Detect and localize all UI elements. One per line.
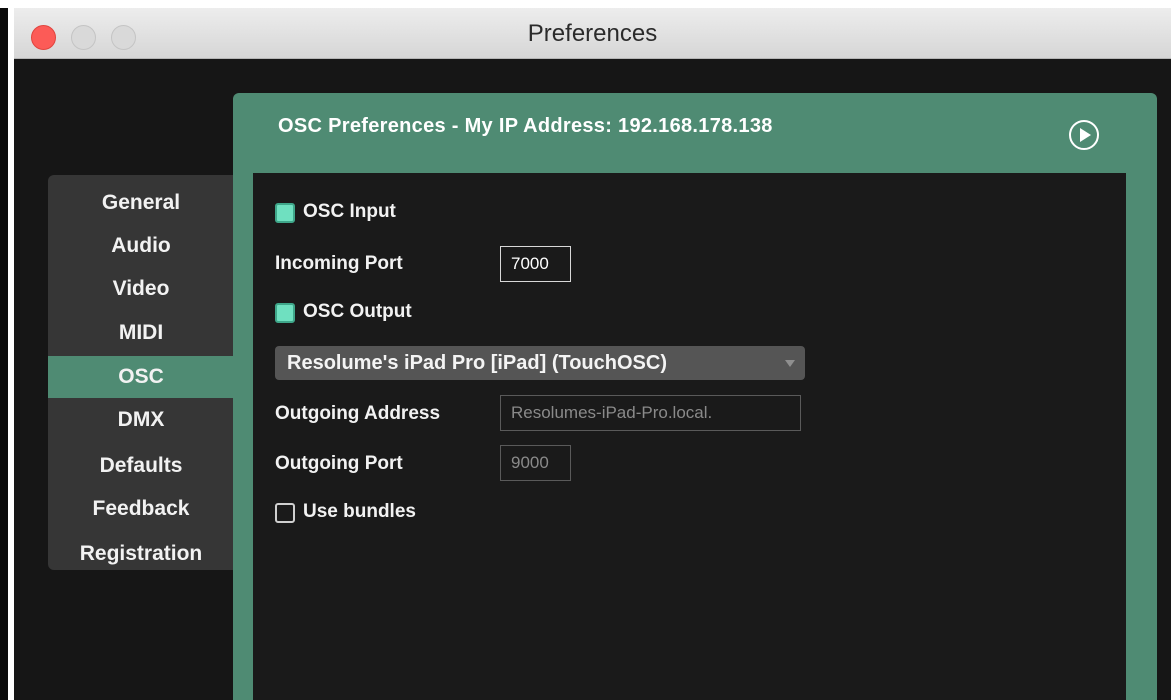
osc-input-label: OSC Input (303, 201, 396, 222)
sidebar-item-defaults[interactable]: Defaults (48, 445, 234, 487)
sidebar-item-feedback[interactable]: Feedback (48, 488, 234, 530)
window-title: Preferences (527, 20, 658, 47)
incoming-port-field[interactable]: 7000 (500, 246, 571, 282)
preferences-window: Preferences General Audio Video MIDI OSC… (14, 8, 1171, 700)
dropdown-arrow-icon (785, 360, 795, 367)
sidebar-item-general[interactable]: General (48, 182, 234, 224)
background-window-edge (0, 8, 8, 700)
use-bundles-label: Use bundles (303, 501, 416, 522)
outgoing-port-field[interactable]: 9000 (500, 445, 571, 481)
sidebar-item-registration[interactable]: Registration (48, 533, 234, 575)
title-bar[interactable]: Preferences (14, 8, 1171, 59)
preferences-sidebar: General Audio Video MIDI OSC DMX Default… (48, 175, 234, 570)
outgoing-port-label: Outgoing Port (275, 453, 403, 474)
outgoing-address-label: Outgoing Address (275, 403, 441, 424)
output-device-selected: Resolume's iPad Pro [iPad] (TouchOSC) (287, 352, 667, 374)
osc-output-label: OSC Output (303, 301, 412, 322)
sidebar-item-midi[interactable]: MIDI (48, 312, 234, 354)
sidebar-item-video[interactable]: Video (48, 268, 234, 310)
sidebar-item-osc[interactable]: OSC (48, 356, 234, 398)
osc-preferences-panel: OSC Preferences - My IP Address: 192.168… (233, 93, 1157, 700)
osc-output-checkbox[interactable] (275, 303, 295, 323)
osc-settings-content: OSC Input Incoming Port 7000 OSC Output … (253, 173, 1126, 700)
use-bundles-checkbox[interactable] (275, 503, 295, 523)
osc-input-checkbox[interactable] (275, 203, 295, 223)
output-device-dropdown[interactable]: Resolume's iPad Pro [iPad] (TouchOSC) (275, 346, 805, 380)
play-icon[interactable] (1069, 120, 1099, 150)
sidebar-item-audio[interactable]: Audio (48, 225, 234, 267)
sidebar-item-dmx[interactable]: DMX (48, 399, 234, 441)
panel-title: OSC Preferences - My IP Address: 192.168… (278, 115, 773, 137)
outgoing-address-field[interactable]: Resolumes-iPad-Pro.local. (500, 395, 801, 431)
play-triangle-icon (1080, 128, 1091, 142)
incoming-port-label: Incoming Port (275, 253, 403, 274)
